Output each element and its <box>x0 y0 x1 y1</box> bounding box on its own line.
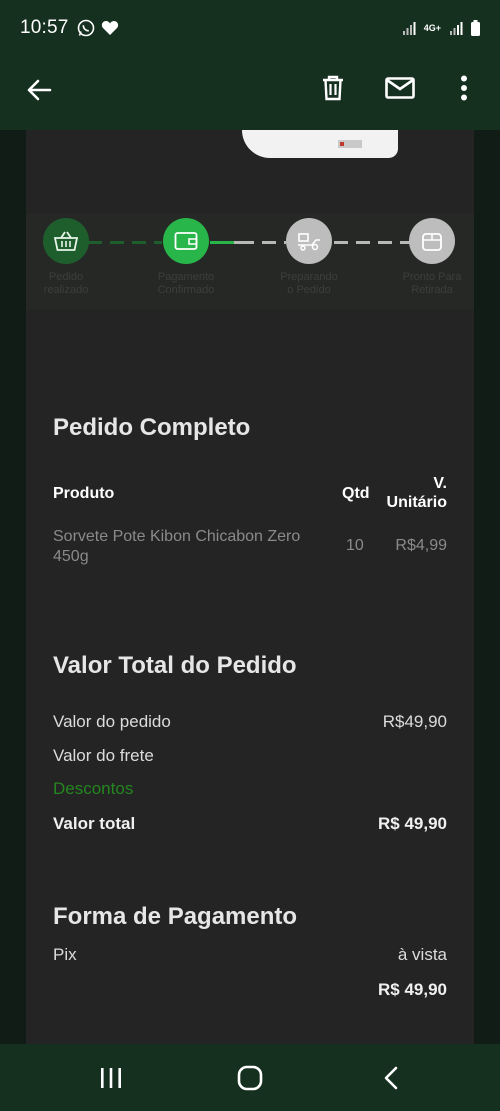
order-detail-card: Pedido realizado Pagamento Confirmado Pr… <box>26 130 474 1044</box>
back-arrow-icon[interactable] <box>22 73 56 107</box>
order-value-label: Valor do pedido <box>53 712 171 731</box>
network-4g-icon: 4G+ <box>423 22 441 33</box>
total-label: Valor total <box>53 814 136 833</box>
header-unit-price: V. Unitário <box>386 475 447 511</box>
payment-section-title: Forma de Pagamento <box>53 903 298 930</box>
product-name: Sorvete Pote Kibon Chicabon Zero 450g <box>53 528 301 565</box>
signal-icon <box>450 22 463 35</box>
product-unit-price: R$4,99 <box>395 537 447 554</box>
status-time: 10:57 <box>20 17 69 38</box>
payment-amount: R$ 49,90 <box>378 980 447 999</box>
mail-icon[interactable] <box>382 71 418 105</box>
order-section-title: Pedido Completo <box>53 414 251 441</box>
truck-icon <box>286 218 332 264</box>
shipping-label: Valor do frete <box>53 746 154 765</box>
payment-method: Pix <box>53 945 77 964</box>
box-icon <box>409 218 455 264</box>
app-bar <box>0 56 500 130</box>
order-value: R$49,90 <box>382 712 447 731</box>
discount-label: Descontos <box>53 779 134 798</box>
step-label: Pagamento Confirmado <box>157 271 215 296</box>
system-nav-bar <box>0 1044 500 1111</box>
basket-icon <box>43 218 89 264</box>
more-vert-icon[interactable] <box>450 71 478 105</box>
product-banner-image <box>242 130 398 158</box>
order-progress-tracker: Pedido realizado Pagamento Confirmado Pr… <box>26 214 474 310</box>
step-preparando-pedido: Preparando o Pedido <box>264 218 354 297</box>
status-bar: 10:57 4G+ <box>0 0 500 56</box>
totals-section-title: Valor Total do Pedido <box>53 652 297 679</box>
step-label: Pedido realizado <box>43 271 89 296</box>
step-label: Preparando o Pedido <box>280 271 338 296</box>
step-label: Pronto Para Retirada <box>402 271 462 296</box>
payment-terms: à vista <box>397 945 447 964</box>
header-qty: Qtd <box>342 485 370 502</box>
trash-icon[interactable] <box>316 71 350 105</box>
step-pronto-retirada: Pronto Para Retirada <box>387 218 474 297</box>
total-value: R$ 49,90 <box>378 814 447 833</box>
battery-icon <box>471 20 480 36</box>
recent-apps-icon[interactable] <box>96 1064 126 1092</box>
wallet-icon <box>163 218 209 264</box>
product-qty: 10 <box>346 537 364 554</box>
header-product: Produto <box>53 485 115 502</box>
signal-icon <box>402 22 416 35</box>
heart-icon <box>101 21 118 35</box>
back-icon[interactable] <box>376 1063 406 1093</box>
step-pedido-realizado: Pedido realizado <box>26 218 111 297</box>
whatsapp-icon <box>77 19 94 37</box>
step-pagamento-confirmado: Pagamento Confirmado <box>141 218 231 297</box>
home-icon[interactable] <box>235 1063 265 1093</box>
